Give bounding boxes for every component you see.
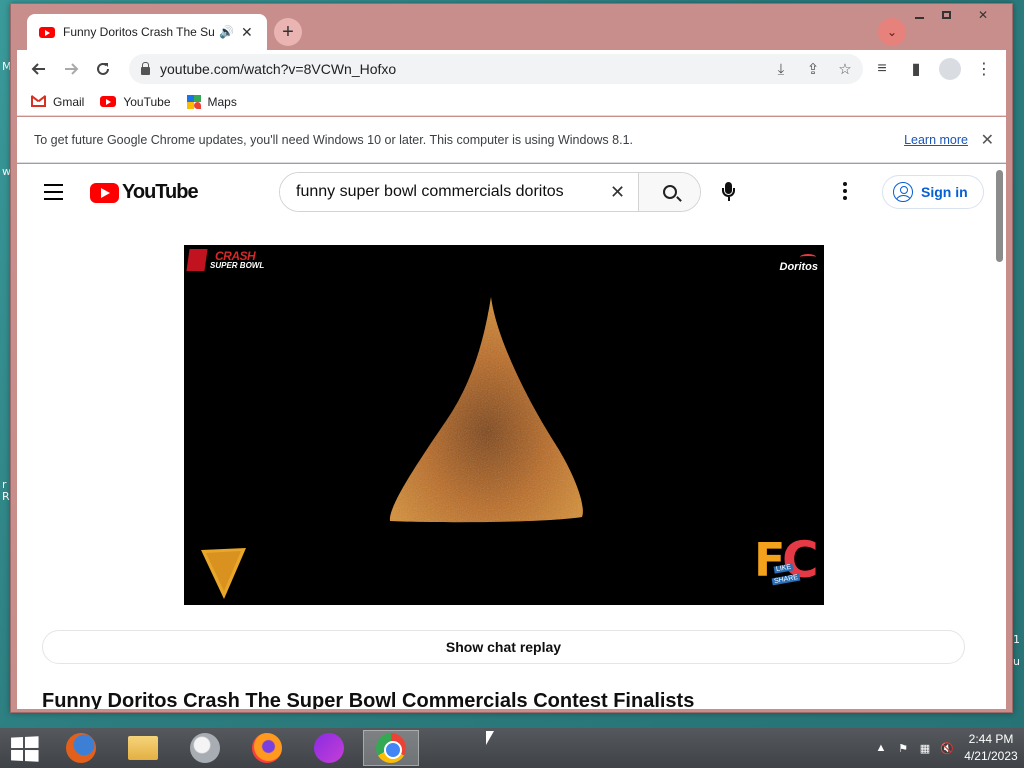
tab-search-button[interactable]: ⌄: [878, 18, 906, 46]
youtube-play-icon: [90, 182, 119, 203]
media-control-icon[interactable]: ≡: [868, 53, 896, 85]
mask-app-icon: [314, 733, 344, 763]
back-button[interactable]: [23, 53, 55, 85]
back-arrow-icon: [31, 63, 45, 75]
sign-in-label: Sign in: [921, 184, 968, 200]
clock-date: 4/21/2023: [964, 749, 1018, 763]
side-panel-icon[interactable]: ▮: [902, 53, 930, 85]
speaker-icon[interactable]: 🔊: [219, 25, 234, 39]
desktop-fragment: 1: [1013, 633, 1020, 646]
bookmark-gmail[interactable]: Gmail: [31, 95, 84, 109]
search-icon: [662, 185, 677, 199]
bookmark-label: Gmail: [53, 94, 85, 109]
doritos-chip-graphic: [201, 297, 583, 599]
share-icon[interactable]: ⇪: [803, 60, 823, 78]
address-bar[interactable]: youtube.com/watch?v=8VCWn_Hofxo ⤓ ⇪ ☆: [129, 54, 863, 84]
video-title: Funny Doritos Crash The Super Bowl Comme…: [42, 690, 695, 709]
taskbar-firefox-legacy[interactable]: [53, 730, 109, 766]
update-infobar: To get future Google Chrome updates, you…: [17, 117, 1006, 163]
tab-strip: Funny Doritos Crash The Super Bowl Comme…: [17, 14, 1012, 50]
scrollbar-thumb[interactable]: [996, 170, 1003, 262]
taskbar-firefox[interactable]: [239, 730, 295, 766]
doritos-logo: Doritos: [779, 261, 819, 273]
browser-toolbar: youtube.com/watch?v=8VCWn_Hofxo ⤓ ⇪ ☆ ≡ …: [17, 50, 1006, 88]
url-text[interactable]: youtube.com/watch?v=8VCWn_Hofxo: [160, 61, 396, 77]
folder-icon: [128, 736, 158, 760]
taskbar-internet-explorer[interactable]: [177, 730, 233, 766]
taskbar-file-explorer[interactable]: [115, 730, 171, 766]
gmail-icon: [31, 96, 46, 107]
firefox-icon: [252, 733, 282, 763]
crash-logo-box: [186, 249, 208, 271]
tab-youtube[interactable]: Funny Doritos Crash The Super Bowl Comme…: [27, 14, 267, 50]
toolbar-right: ≡ ▮ ⋮: [868, 53, 998, 85]
youtube-logo[interactable]: YouTube: [90, 181, 199, 204]
install-icon[interactable]: ⤓: [771, 61, 791, 78]
hamburger-menu-icon[interactable]: [44, 184, 63, 205]
bookmark-maps[interactable]: Maps: [186, 94, 237, 109]
reload-button[interactable]: [87, 53, 119, 85]
taskbar-mask-app[interactable]: [301, 730, 357, 766]
page-content: YouTube ✕ Sign in: [17, 164, 1006, 709]
show-chat-replay-button[interactable]: Show chat replay: [42, 630, 965, 664]
youtube-favicon-icon: [39, 26, 55, 38]
windows-taskbar: ▲ ⚑ ▦ 🔇 2:44 PM 4/21/2023: [0, 728, 1024, 768]
tray-overflow-icon[interactable]: ▲: [870, 738, 892, 758]
clock[interactable]: 2:44 PM 4/21/2023: [958, 731, 1024, 765]
system-tray: ▲ ⚑ ▦ 🔇 2:44 PM 4/21/2023: [870, 728, 1024, 768]
bookmark-label: YouTube: [123, 94, 171, 109]
chrome-icon: [376, 733, 406, 763]
learn-more-link[interactable]: Learn more: [904, 133, 968, 147]
desktop-fragment: R: [2, 490, 10, 503]
forward-arrow-icon: [65, 63, 79, 75]
firefox-legacy-icon: [66, 733, 96, 763]
doritos-swoosh-icon: [800, 254, 816, 260]
search-button[interactable]: [638, 173, 700, 211]
menu-kebab-icon[interactable]: ⋮: [970, 53, 998, 85]
desktop-fragment: u: [1013, 655, 1020, 668]
profile-button[interactable]: [936, 53, 964, 85]
channel-watermark: F C LIKE SHARE: [754, 535, 820, 599]
search-input[interactable]: [280, 173, 642, 211]
bookmark-youtube[interactable]: YouTube: [100, 94, 171, 109]
taskbar-chrome[interactable]: [363, 730, 419, 766]
forward-button[interactable]: [55, 53, 87, 85]
youtube-icon: [100, 96, 117, 107]
internet-explorer-icon: [190, 733, 220, 763]
reload-icon: [97, 62, 109, 75]
action-center-flag-icon[interactable]: ⚑: [892, 738, 914, 758]
tab-title: Funny Doritos Crash The Super Bowl Comme…: [63, 25, 215, 39]
new-tab-button[interactable]: +: [274, 18, 302, 46]
chrome-window: ✕ Funny Doritos Crash The Super Bowl Com…: [10, 3, 1013, 713]
account-icon: [893, 182, 913, 202]
youtube-header: YouTube ✕ Sign in: [17, 164, 992, 220]
bookmark-label: Maps: [207, 94, 237, 109]
sign-in-button[interactable]: Sign in: [882, 175, 984, 209]
page-scrollbar[interactable]: [992, 164, 1006, 709]
bookmarks-bar: Gmail YouTube Maps: [17, 88, 1006, 116]
tab-close-icon[interactable]: ✕: [241, 24, 253, 41]
microphone-icon[interactable]: [721, 182, 737, 204]
infobar-close-icon[interactable]: ✕: [981, 130, 994, 150]
avatar-icon: [939, 58, 961, 80]
settings-kebab-icon[interactable]: [843, 182, 847, 203]
volume-muted-icon[interactable]: 🔇: [936, 738, 958, 758]
omnibox-actions: ⤓ ⇪ ☆: [771, 54, 855, 84]
search-box: ✕: [279, 172, 701, 212]
bookmark-star-icon[interactable]: ☆: [835, 60, 855, 78]
youtube-wordmark: YouTube: [122, 181, 199, 203]
lock-icon[interactable]: [141, 62, 150, 75]
crash-superbowl-logo: CRASH SUPER BOWL: [186, 249, 266, 273]
mouse-cursor: [486, 731, 494, 745]
maps-icon: [186, 94, 201, 109]
crash-logo-subtitle: SUPER BOWL: [210, 261, 265, 270]
network-icon[interactable]: ▦: [914, 738, 936, 758]
start-button[interactable]: [11, 736, 39, 762]
video-player[interactable]: CRASH SUPER BOWL Doritos F C LIKE SHARE: [184, 245, 824, 605]
search-clear-icon[interactable]: ✕: [610, 182, 625, 203]
clock-time: 2:44 PM: [968, 732, 1014, 746]
infobar-message: To get future Google Chrome updates, you…: [34, 132, 633, 147]
